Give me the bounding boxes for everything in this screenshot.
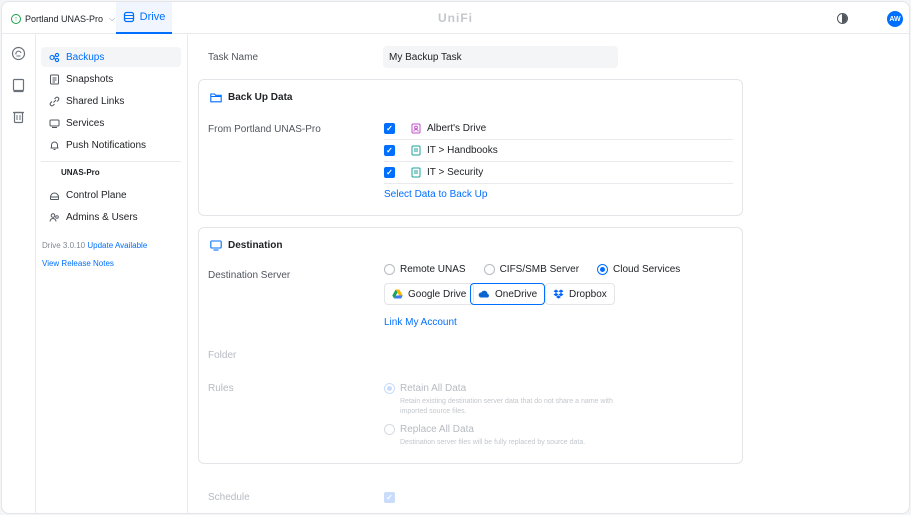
rule-description: Retain existing destination server data … bbox=[400, 398, 613, 415]
sidebar-item-control-plane[interactable]: Control Plane bbox=[41, 185, 181, 205]
destination-card-title: Destination bbox=[210, 240, 282, 251]
rule-retain-all[interactable]: Retain All Data bbox=[384, 383, 466, 394]
sidebar-item-snapshots[interactable]: Snapshots bbox=[41, 69, 181, 89]
provider-dropbox[interactable]: Dropbox bbox=[545, 283, 615, 305]
users-icon bbox=[49, 212, 59, 222]
radio-label: Remote UNAS bbox=[400, 264, 466, 275]
avatar[interactable]: AW bbox=[887, 11, 903, 27]
rule-title: Retain All Data bbox=[400, 383, 467, 394]
left-rail bbox=[2, 34, 36, 513]
dropbox-icon bbox=[553, 289, 564, 299]
schedule-checkbox[interactable]: ✓ bbox=[384, 492, 395, 503]
theme-toggle-icon[interactable] bbox=[837, 13, 848, 24]
source-item-label: IT > Handbooks bbox=[427, 145, 498, 156]
radio-replace-all[interactable] bbox=[384, 424, 395, 435]
checkbox-checked-icon[interactable]: ✓ bbox=[384, 123, 395, 134]
rule-replace-all[interactable]: Replace All Data bbox=[384, 424, 474, 435]
source-label: From Portland UNAS-Pro bbox=[208, 124, 321, 135]
version-text: Drive 3.0.10 bbox=[42, 241, 86, 250]
source-item[interactable]: ✓ Albert's Drive bbox=[384, 118, 733, 140]
backup-card-title-text: Back Up Data bbox=[228, 92, 293, 103]
shared-drive-icon bbox=[411, 167, 421, 178]
rule-description: Destination server files will be fully r… bbox=[400, 439, 586, 446]
radio-remote-unas[interactable] bbox=[384, 264, 395, 275]
sidebar-item-services[interactable]: Services bbox=[41, 113, 181, 133]
provider-google-drive[interactable]: Google Drive bbox=[384, 283, 475, 305]
destination-server-label: Destination Server bbox=[208, 270, 291, 281]
monitor-icon bbox=[210, 240, 222, 251]
folder-label: Folder bbox=[208, 350, 237, 361]
source-item[interactable]: ✓ IT > Handbooks bbox=[384, 140, 733, 162]
task-name-input[interactable]: My Backup Task bbox=[383, 46, 618, 68]
provider-label: Dropbox bbox=[569, 288, 607, 300]
link-my-account-link[interactable]: Link My Account bbox=[384, 317, 457, 328]
sidebar-item-label: Backups bbox=[66, 51, 105, 63]
checkbox-checked-icon[interactable]: ✓ bbox=[384, 145, 395, 156]
task-name-label: Task Name bbox=[208, 52, 259, 63]
radio-cloud-services[interactable] bbox=[597, 264, 609, 275]
sidebar-section-title: UNAS-Pro bbox=[61, 168, 100, 177]
rule-title: Replace All Data bbox=[400, 424, 474, 435]
sidebar-item-label: Control Plane bbox=[66, 189, 127, 201]
main-content: Task Name My Backup Task Back Up Data Fr… bbox=[188, 34, 909, 513]
shared-drive-icon bbox=[411, 145, 421, 156]
bell-icon bbox=[50, 141, 59, 150]
folder-icon bbox=[210, 93, 222, 103]
sidebar-item-label: Shared Links bbox=[66, 95, 125, 107]
google-drive-icon bbox=[392, 289, 403, 299]
provider-label: Google Drive bbox=[408, 288, 467, 300]
provider-label: OneDrive bbox=[495, 288, 538, 300]
device-rail-icon[interactable] bbox=[11, 78, 26, 93]
top-bar: ↑ Portland UNAS-Pro ⌵ Drive UniFi AW bbox=[2, 2, 909, 34]
sidebar: Backups Snapshots Shared Links Services … bbox=[36, 34, 188, 513]
brand-logo: UniFi bbox=[438, 11, 473, 25]
sidebar-item-backups[interactable]: Backups bbox=[41, 47, 181, 67]
release-notes-link[interactable]: View Release Notes bbox=[42, 259, 114, 268]
select-data-link[interactable]: Select Data to Back Up bbox=[384, 189, 487, 200]
version-info: Drive 3.0.10 Update Available bbox=[42, 241, 147, 250]
sidebar-item-label: Services bbox=[66, 117, 105, 129]
backup-card-title: Back Up Data bbox=[210, 92, 292, 103]
onedrive-icon bbox=[478, 290, 489, 298]
user-drive-icon bbox=[411, 123, 421, 134]
destination-card-title-text: Destination bbox=[228, 240, 283, 251]
trash-rail-icon[interactable] bbox=[11, 109, 26, 124]
rules-label: Rules bbox=[208, 383, 234, 394]
checkbox-checked-icon[interactable]: ✓ bbox=[384, 167, 395, 178]
sidebar-item-shared-links[interactable]: Shared Links bbox=[41, 91, 181, 111]
source-item-label: Albert's Drive bbox=[427, 123, 487, 134]
radio-retain-all[interactable] bbox=[384, 383, 395, 394]
schedule-label: Schedule bbox=[208, 492, 250, 503]
backup-data-card: Back Up Data From Portland UNAS-Pro ✓ Al… bbox=[198, 79, 743, 216]
provider-onedrive[interactable]: OneDrive bbox=[470, 283, 546, 305]
app-window: ↑ Portland UNAS-Pro ⌵ Drive UniFi AW Bac… bbox=[1, 1, 910, 514]
sidebar-item-label: Snapshots bbox=[66, 73, 114, 85]
services-icon bbox=[49, 119, 60, 128]
update-available-link[interactable]: Update Available bbox=[87, 241, 147, 250]
control-plane-icon bbox=[50, 192, 59, 200]
sidebar-item-label: Admins & Users bbox=[66, 211, 138, 223]
link-icon bbox=[49, 96, 60, 106]
radio-cifs-smb[interactable] bbox=[483, 264, 495, 275]
backup-rail-icon[interactable] bbox=[11, 46, 26, 61]
backup-icon bbox=[49, 52, 60, 62]
snapshot-icon bbox=[50, 74, 59, 84]
sidebar-item-label: Push Notifications bbox=[66, 139, 147, 151]
source-item-label: IT > Security bbox=[427, 167, 484, 178]
radio-label: CIFS/SMB Server bbox=[499, 264, 580, 275]
source-item[interactable]: ✓ IT > Security bbox=[384, 162, 733, 184]
sidebar-divider bbox=[41, 161, 181, 162]
sidebar-item-push-notifications[interactable]: Push Notifications bbox=[41, 135, 181, 155]
sidebar-item-admins-users[interactable]: Admins & Users bbox=[41, 207, 181, 227]
destination-server-options: Remote UNAS CIFS/SMB Server Cloud Servic… bbox=[384, 264, 680, 275]
destination-card: Destination Destination Server Remote UN… bbox=[198, 227, 743, 464]
radio-label: Cloud Services bbox=[613, 264, 681, 275]
